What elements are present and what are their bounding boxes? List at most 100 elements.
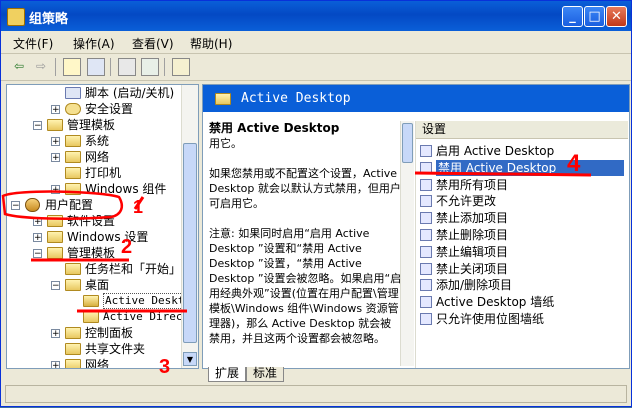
expand-icon[interactable]: +	[51, 137, 60, 147]
expand-icon[interactable]: +	[33, 217, 42, 227]
settings-column-header[interactable]: 设置	[416, 121, 628, 139]
setting-item-label: 只允许使用位图墙纸	[436, 312, 545, 326]
tree-item-shared-folders[interactable]: 共享文件夹	[51, 341, 191, 357]
show-tree-icon[interactable]	[87, 58, 105, 76]
tree-item-security-settings[interactable]: + 安全设置	[51, 101, 191, 117]
folder-icon	[65, 167, 81, 179]
title-bar[interactable]: 组策略 _ □ ✕	[1, 1, 631, 31]
expand-icon[interactable]: +	[51, 361, 60, 368]
policy-setting-icon	[420, 296, 432, 309]
folder-icon	[65, 359, 81, 368]
tree-item-label: 软件设置	[67, 214, 116, 228]
description-scrollbar[interactable]	[400, 121, 414, 366]
view-tabs: 扩展 标准	[202, 367, 622, 383]
tree-item-active-directory[interactable]: Active Direct	[69, 309, 189, 325]
folder-icon	[47, 119, 63, 131]
setting-item[interactable]: 禁用 Active Desktop	[420, 159, 624, 176]
tab-extended[interactable]: 扩展	[208, 367, 247, 382]
tree-item-user-configuration[interactable]: − 用户配置	[11, 197, 131, 213]
maximize-button[interactable]: □	[584, 6, 605, 27]
tree-item-label: 管理模板	[67, 118, 116, 132]
menu-help[interactable]: 帮助(H)	[190, 35, 232, 52]
extended-description: 禁用 Active Desktop 用它。 如果您禁用或不配置这个设置，Acti…	[206, 121, 402, 366]
expand-icon[interactable]: +	[51, 105, 60, 115]
collapse-icon[interactable]: −	[33, 121, 42, 131]
folder-icon	[65, 279, 81, 291]
tree-item-admin-templates[interactable]: − 管理模板	[33, 117, 183, 133]
tree-item-label: 任务栏和「开始」	[85, 262, 182, 276]
setting-item[interactable]: 启用 Active Desktop	[420, 143, 624, 159]
setting-item-label: 禁止关闭项目	[436, 261, 509, 276]
details-header-title: Active Desktop	[241, 91, 351, 106]
policy-setting-icon	[420, 262, 432, 275]
setting-item[interactable]: 添加/删除项目	[420, 277, 624, 293]
setting-item[interactable]: Active Desktop 墙纸	[420, 294, 624, 310]
tree-item-network[interactable]: + 网络	[51, 149, 181, 165]
menu-action[interactable]: 操作(A)	[73, 35, 115, 52]
up-folder-icon[interactable]	[63, 58, 81, 76]
setting-item[interactable]: 禁止编辑项目	[420, 244, 624, 260]
toolbar-separator	[110, 58, 111, 76]
tree-item-control-panel[interactable]: + 控制面板	[51, 325, 191, 341]
tree-item-label: 系统	[85, 134, 110, 148]
tree-item-software-settings[interactable]: + 软件设置	[33, 213, 173, 229]
expand-icon[interactable]: +	[51, 329, 60, 339]
menu-bar: 文件(F) 操作(A) 查看(V) 帮助(H)	[1, 31, 631, 54]
tree-item-active-desktop[interactable]: Active Deskto	[69, 293, 194, 309]
tree-item-user-admin-templates[interactable]: − 管理模板	[33, 245, 183, 261]
settings-column-label: 设置	[422, 122, 447, 136]
tree-item-printers[interactable]: 打印机	[51, 165, 181, 181]
tree-item-windows-settings[interactable]: + Windows 设置	[33, 229, 183, 245]
folder-icon	[83, 311, 99, 323]
scripts-icon	[65, 87, 81, 99]
setting-item[interactable]: 只允许使用位图墙纸	[420, 311, 624, 327]
minimize-button[interactable]: _	[562, 6, 583, 27]
toolbar: ⇦ ⇨	[1, 54, 631, 81]
setting-item[interactable]: 不允许更改	[420, 193, 624, 209]
close-button[interactable]: ✕	[606, 6, 627, 27]
back-icon[interactable]: ⇦	[10, 58, 28, 76]
setting-item-label: 禁止添加项目	[436, 211, 509, 226]
tree-item-network-2[interactable]: + 网络	[51, 357, 181, 368]
setting-item-label: 禁用所有项目	[436, 177, 509, 192]
forward-icon[interactable]: ⇨	[32, 58, 50, 76]
tree-item-system[interactable]: + 系统	[51, 133, 181, 149]
menu-view[interactable]: 查看(V)	[132, 35, 174, 52]
tree-item-desktop[interactable]: − 桌面	[51, 277, 181, 293]
window-title: 组策略	[29, 12, 69, 27]
description-body: 用它。 如果您禁用或不配置这个设置，Active Desktop 就会以默认方式…	[209, 137, 402, 345]
tree-scroll-thumb[interactable]	[183, 143, 197, 343]
user-icon	[25, 198, 40, 212]
folder-icon	[47, 247, 63, 259]
tree-item-label: 安全设置	[85, 102, 134, 116]
tree-item-label: 脚本 (启动/关机)	[85, 86, 175, 100]
collapse-icon[interactable]: −	[33, 249, 42, 259]
collapse-icon[interactable]: −	[11, 201, 20, 211]
group-policy-window: 组策略 _ □ ✕ 文件(F) 操作(A) 查看(V) 帮助(H) ⇦ ⇨ 脚本…	[0, 0, 632, 407]
tree-item-taskbar-start[interactable]: 任务栏和「开始」	[51, 261, 191, 277]
properties-icon[interactable]	[118, 58, 136, 76]
description-scroll-thumb[interactable]	[402, 123, 413, 163]
scroll-down-icon[interactable]: ▼	[183, 352, 197, 366]
tree-item-windows-components[interactable]: + Windows 组件	[51, 181, 191, 197]
expand-icon[interactable]: +	[51, 153, 60, 163]
setting-item[interactable]: 禁止添加项目	[420, 210, 624, 226]
toolbar-separator	[55, 58, 56, 76]
collapse-icon[interactable]: −	[51, 281, 60, 291]
tree-item-label: Windows 设置	[67, 230, 149, 244]
menu-file[interactable]: 文件(F)	[13, 35, 53, 52]
help-icon[interactable]	[172, 58, 190, 76]
settings-list: 设置 启用 Active Desktop 禁用 Active Desktop 禁用所…	[415, 121, 628, 368]
setting-item[interactable]: 禁止关闭项目	[420, 261, 624, 277]
tree-item-label: 桌面	[85, 278, 110, 292]
policy-setting-icon	[420, 313, 432, 325]
setting-item[interactable]: 禁止删除项目	[420, 227, 624, 243]
setting-item[interactable]: 禁用所有项目	[420, 177, 624, 193]
tab-standard[interactable]: 标准	[246, 367, 285, 382]
expand-icon[interactable]: +	[51, 185, 60, 195]
status-bar	[5, 385, 627, 403]
folder-icon	[65, 343, 81, 355]
tree-scrollbar[interactable]: ▼	[181, 85, 198, 368]
export-list-icon[interactable]	[141, 58, 159, 76]
expand-icon[interactable]: +	[33, 233, 42, 243]
